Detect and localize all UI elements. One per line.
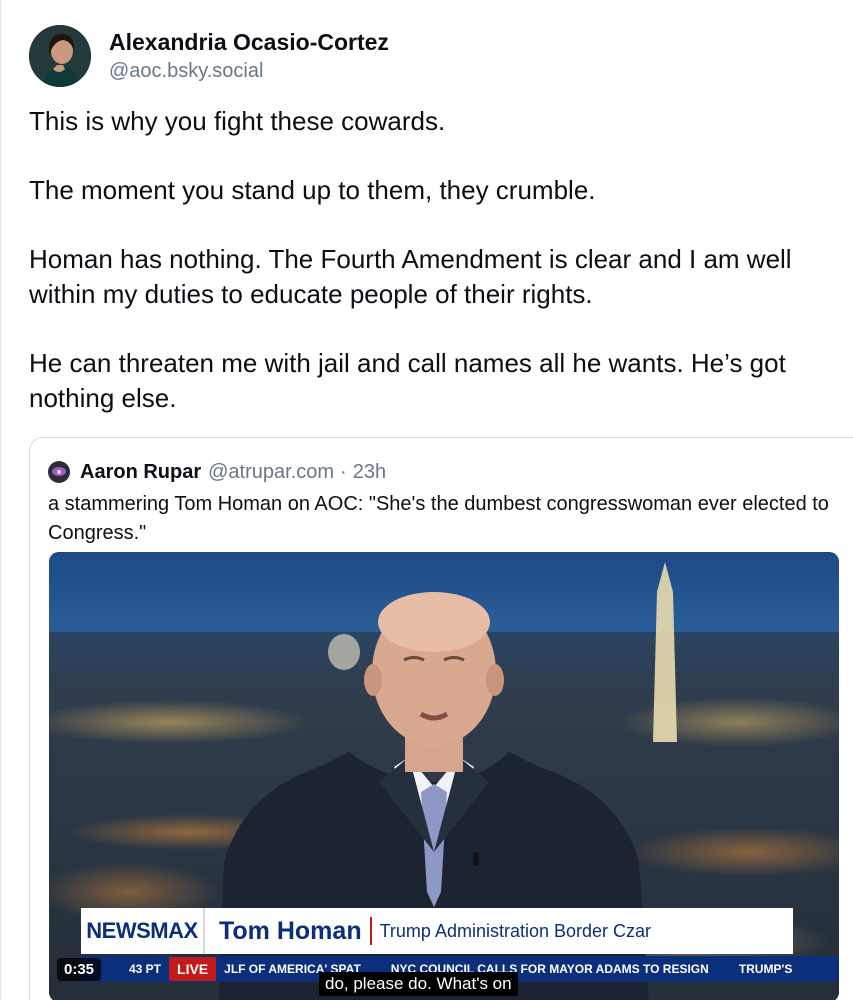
quoted-author-handle[interactable]: @atrupar.com (208, 461, 334, 484)
live-badge: LIVE (169, 957, 217, 981)
author-avatar[interactable] (29, 25, 91, 87)
post-card: Alexandria Ocasio-Cortez @aoc.bsky.socia… (0, 0, 853, 1000)
post-header: Alexandria Ocasio-Cortez @aoc.bsky.socia… (29, 24, 389, 88)
post-paragraph: Homan has nothing. The Fourth Amendment … (29, 244, 792, 309)
quoted-author-avatar[interactable] (48, 461, 70, 483)
video-player[interactable]: NEWSMAX Tom Homan Trump Administration B… (49, 552, 839, 1000)
quoted-post[interactable]: Aaron Rupar @atrupar.com · 23h a stammer… (29, 437, 853, 1000)
ticker-time: 43 PT (121, 962, 170, 976)
news-lower-third: NEWSMAX Tom Homan Trump Administration B… (81, 908, 793, 954)
post-paragraph: He can threaten me with jail and call na… (29, 348, 786, 413)
quoted-post-text: a stammering Tom Homan on AOC: "She's th… (48, 493, 829, 544)
lower-third-title: Trump Administration Border Czar (379, 920, 652, 941)
author-handle[interactable]: @aoc.bsky.social (109, 58, 389, 84)
dot-separator: · (340, 460, 347, 483)
quoted-post-time[interactable]: 23h (353, 461, 386, 484)
lower-third-name: Tom Homan (219, 916, 362, 945)
quoted-author-name[interactable]: Aaron Rupar (80, 461, 201, 484)
author-display-name[interactable]: Alexandria Ocasio-Cortez (109, 28, 389, 56)
ticker-item: TRUMP'S (738, 962, 793, 976)
post-paragraph: This is why you fight these cowards. (29, 106, 446, 136)
lower-third-divider (369, 917, 372, 945)
video-caption: do, please do. What's on (319, 972, 518, 996)
video-timecode: 0:35 (57, 958, 102, 981)
post-paragraph: The moment you stand up to them, they cr… (29, 175, 596, 205)
post-body: This is why you fight these cowards. The… (29, 104, 853, 416)
network-logo: NEWSMAX (81, 908, 205, 954)
quoted-post-header: Aaron Rupar @atrupar.com · 23h (48, 458, 386, 486)
avatar-photo-icon (29, 25, 91, 87)
